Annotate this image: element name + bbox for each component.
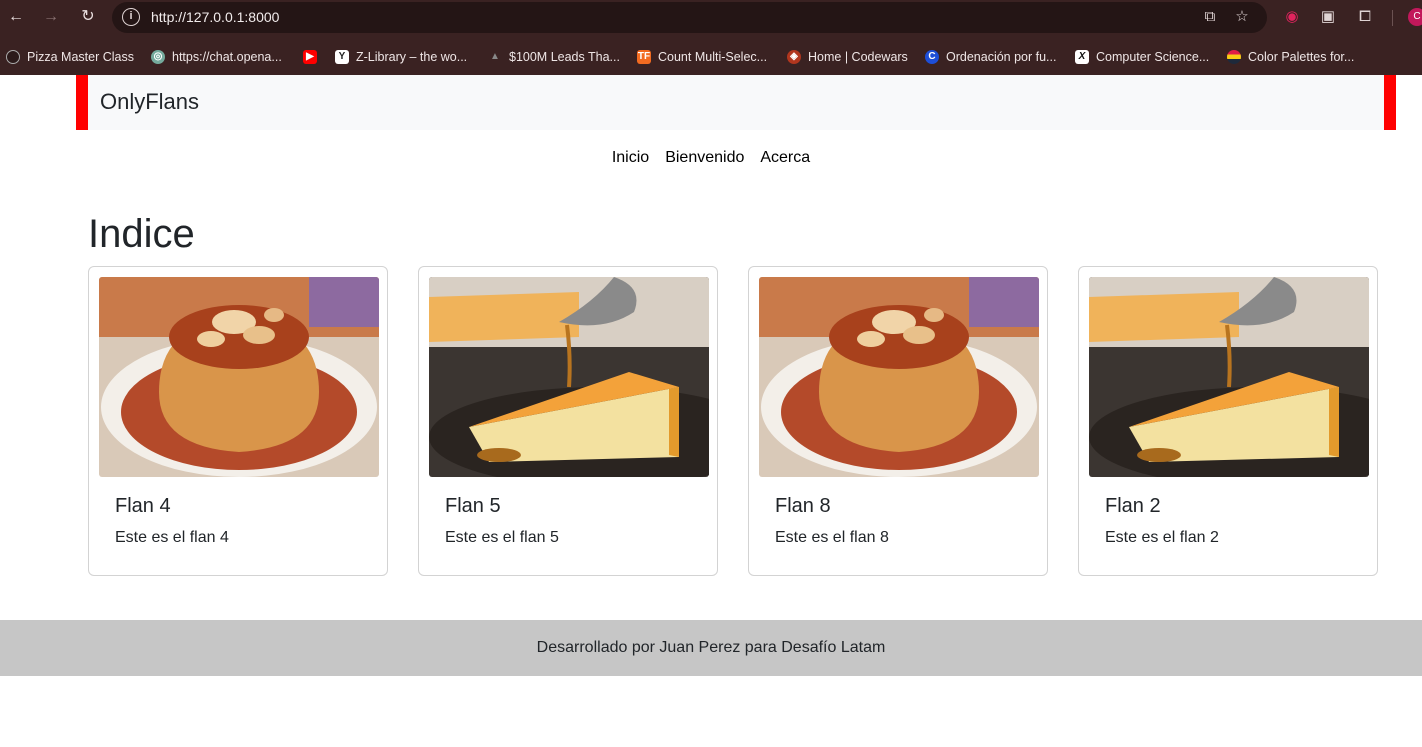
site-footer: Desarrollado por Juan Perez para Desafío… [0, 620, 1422, 676]
page-title: Indice [88, 212, 195, 256]
card-title: Flan 5 [445, 495, 501, 517]
nav-link-acerca[interactable]: Acerca [760, 149, 810, 167]
record-extension-icon[interactable]: ◉ [1282, 7, 1302, 27]
bookmark-item[interactable]: C Ordenación por fu... [925, 48, 1056, 66]
card-text: Este es el flan 5 [445, 529, 559, 546]
extensions-puzzle-icon[interactable]: ⧠ [1355, 7, 1375, 27]
translate-icon[interactable]: ⧉ [1200, 7, 1220, 27]
bookmark-label: Color Palettes for... [1248, 50, 1355, 64]
toolbar-divider [1392, 10, 1393, 26]
card-text: Este es el flan 8 [775, 529, 889, 546]
flan-card[interactable]: Flan 8 Este es el flan 8 [748, 266, 1048, 576]
camera-extension-icon[interactable]: ▣ [1318, 7, 1338, 27]
tf-icon: TF [637, 50, 651, 64]
bookmark-item[interactable]: Y Z-Library – the wo... [335, 48, 467, 66]
openai-icon: ◎ [151, 50, 165, 64]
bookmark-item[interactable]: ▶ [303, 48, 324, 66]
forward-icon[interactable]: → [40, 6, 62, 28]
bookmark-label: Pizza Master Class [27, 50, 134, 64]
flan-card-grid: Flan 4 Este es el flan 4 Flan 5 Este es … [88, 266, 1378, 576]
browser-toolbar: ← → ↻ i http://127.0.0.1:8000 ⧉ ☆ ◉ ▣ ⧠ … [0, 0, 1422, 36]
c-icon: C [925, 50, 939, 64]
round-flan-photo [99, 277, 379, 477]
triangle-icon: ▲ [490, 51, 500, 62]
bookmark-star-icon[interactable]: ☆ [1232, 7, 1252, 27]
card-title: Flan 4 [115, 495, 171, 517]
flan-card[interactable]: Flan 5 Este es el flan 5 [418, 266, 718, 576]
bookmark-item[interactable]: TF Count Multi-Selec... [637, 48, 767, 66]
profile-avatar[interactable]: C [1408, 8, 1422, 26]
main-nav: Inicio Bienvenido Acerca [0, 149, 1422, 167]
address-bar[interactable]: i http://127.0.0.1:8000 ⧉ ☆ [112, 2, 1267, 33]
brand-logo[interactable]: OnlyFlans [100, 89, 199, 115]
bookmark-label: Ordenación por fu... [946, 50, 1057, 64]
site-info-icon[interactable]: i [122, 8, 140, 26]
site-header: OnlyFlans [76, 75, 1396, 130]
codewars-icon: ◈ [787, 50, 801, 64]
palette-icon [1227, 50, 1241, 64]
bookmark-item[interactable]: Color Palettes for... [1227, 48, 1354, 66]
card-title: Flan 8 [775, 495, 831, 517]
x-icon: X [1075, 50, 1089, 64]
card-text: Este es el flan 4 [115, 529, 229, 546]
page-content: OnlyFlans Inicio Bienvenido Acerca Indic… [0, 75, 1422, 747]
bookmark-label: Computer Science... [1096, 50, 1210, 64]
url-text[interactable]: http://127.0.0.1:8000 [151, 9, 279, 25]
round-flan-photo [759, 277, 1039, 477]
bookmark-item[interactable]: ▲ $100M Leads Tha... [488, 48, 620, 66]
bookmark-label: https://chat.opena... [172, 50, 282, 64]
bookmark-label: Z-Library – the wo... [356, 50, 468, 64]
flan-slice-photo [1089, 277, 1369, 477]
flan-card[interactable]: Flan 2 Este es el flan 2 [1078, 266, 1378, 576]
bookmarks-bar: Pizza Master Class ◎ https://chat.opena.… [0, 36, 1422, 75]
bookmark-label: Count Multi-Selec... [658, 50, 768, 64]
bookmark-item[interactable]: ◎ https://chat.opena... [151, 48, 282, 66]
reload-icon[interactable]: ↻ [77, 6, 99, 28]
bookmark-item[interactable]: ◈ Home | Codewars [787, 48, 908, 66]
nav-link-bienvenido[interactable]: Bienvenido [665, 149, 744, 167]
nav-link-inicio[interactable]: Inicio [612, 149, 649, 167]
bookmark-label: Home | Codewars [808, 50, 908, 64]
bookmark-label: $100M Leads Tha... [509, 50, 620, 64]
card-title: Flan 2 [1105, 495, 1161, 517]
flan-slice-photo [429, 277, 709, 477]
zlibrary-icon: Y [335, 50, 349, 64]
flan-card[interactable]: Flan 4 Este es el flan 4 [88, 266, 388, 576]
card-text: Este es el flan 2 [1105, 529, 1219, 546]
pizza-icon [6, 50, 20, 64]
bookmark-item[interactable]: Pizza Master Class [6, 48, 134, 66]
bookmark-item[interactable]: X Computer Science... [1075, 48, 1209, 66]
back-icon[interactable]: ← [5, 6, 27, 28]
youtube-icon: ▶ [303, 50, 317, 64]
